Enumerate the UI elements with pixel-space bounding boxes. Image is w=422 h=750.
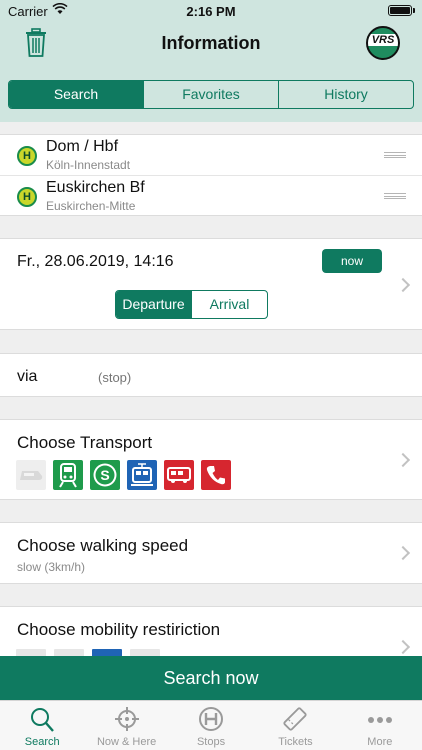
- long-distance-train-icon[interactable]: [16, 460, 46, 490]
- tabbar-label-search: Search: [24, 736, 60, 748]
- search-icon: [28, 706, 56, 734]
- more-dots-icon: [366, 706, 394, 734]
- stop-h-icon: H: [17, 187, 37, 207]
- vrs-logo-text: VRS: [368, 34, 398, 46]
- walking-speed-value: slow (3km/h): [17, 560, 86, 574]
- datetime-card[interactable]: Fr., 28.06.2019, 14:16 now Departure Arr…: [0, 238, 422, 330]
- origin-stop-name: Dom / Hbf: [46, 138, 119, 155]
- on-demand-phone-icon[interactable]: [201, 460, 231, 490]
- reorder-handle-icon[interactable]: [384, 152, 406, 158]
- regional-train-icon[interactable]: [53, 460, 83, 490]
- tabbar-item-stops[interactable]: Stops: [169, 701, 253, 750]
- tabbar-label-more: More: [367, 736, 393, 748]
- chevron-right-icon: [395, 545, 411, 561]
- tabbar-label-tickets: Tickets: [278, 736, 313, 748]
- vrs-logo[interactable]: VRS: [366, 26, 400, 60]
- tabbar-label-stops: Stops: [196, 736, 226, 748]
- reorder-handle-icon[interactable]: [384, 193, 406, 199]
- crosshair-icon: [113, 706, 141, 734]
- tabbar-item-now-here[interactable]: Now & Here: [84, 701, 168, 750]
- search-now-button[interactable]: Search now: [0, 656, 422, 700]
- tab-search[interactable]: Search: [9, 81, 143, 108]
- tabbar-item-search[interactable]: Search: [0, 701, 84, 750]
- chevron-right-icon: [395, 277, 411, 293]
- chevron-right-icon: [395, 452, 411, 468]
- stops-card: H Dom / Hbf Köln-Innenstadt H Euskirchen…: [0, 134, 422, 216]
- status-bar: Carrier 2:16 PM: [0, 0, 422, 22]
- destination-stop-name: Euskirchen Bf: [46, 179, 145, 196]
- datetime-value: Fr., 28.06.2019, 14:16: [17, 253, 174, 270]
- page-title: Information: [161, 33, 261, 53]
- arrival-option[interactable]: Arrival: [191, 291, 267, 318]
- transport-card[interactable]: Choose Transport S: [0, 419, 422, 500]
- departure-arrival-toggle: Departure Arrival: [115, 290, 268, 319]
- chevron-right-icon: [395, 639, 411, 655]
- tabbar-item-tickets[interactable]: Tickets: [253, 701, 337, 750]
- stop-h-icon: H: [17, 146, 37, 166]
- ticket-icon: [281, 706, 309, 734]
- tab-favorites[interactable]: Favorites: [143, 81, 278, 108]
- via-label: via: [17, 368, 38, 385]
- via-card[interactable]: via: [0, 353, 422, 397]
- navigation-header: Carrier 2:16 PM Information VRS Search F…: [0, 0, 422, 122]
- s-bahn-icon[interactable]: S: [90, 460, 120, 490]
- transport-icon-list: S: [16, 460, 231, 490]
- tabbar-label-now-here: Now & Here: [96, 736, 157, 748]
- via-stop-input[interactable]: [98, 370, 298, 385]
- battery-icon: [388, 5, 415, 16]
- tram-icon[interactable]: [127, 460, 157, 490]
- bus-icon[interactable]: [164, 460, 194, 490]
- tab-history[interactable]: History: [278, 81, 413, 108]
- origin-stop-area: Köln-Innenstadt: [46, 158, 131, 172]
- info-tabs: Search Favorites History: [8, 80, 414, 109]
- walking-speed-title: Choose walking speed: [17, 536, 189, 555]
- departure-option[interactable]: Departure: [116, 291, 191, 318]
- mobility-title: Choose mobility restiriction: [17, 620, 221, 639]
- stop-row-destination[interactable]: H Euskirchen Bf Euskirchen-Mitte: [0, 175, 422, 215]
- now-button[interactable]: now: [322, 249, 382, 273]
- stop-h-icon: [197, 706, 225, 734]
- bottom-tab-bar: Search Now & Here Stops Tickets More: [0, 700, 422, 750]
- tabbar-item-more[interactable]: More: [338, 701, 422, 750]
- transport-title: Choose Transport: [17, 433, 153, 452]
- stop-row-origin[interactable]: H Dom / Hbf Köln-Innenstadt: [0, 135, 422, 175]
- clock: 2:16 PM: [186, 4, 236, 19]
- walking-speed-card[interactable]: Choose walking speed slow (3km/h): [0, 522, 422, 584]
- destination-stop-area: Euskirchen-Mitte: [46, 199, 136, 213]
- s-bahn-letter: S: [100, 467, 110, 483]
